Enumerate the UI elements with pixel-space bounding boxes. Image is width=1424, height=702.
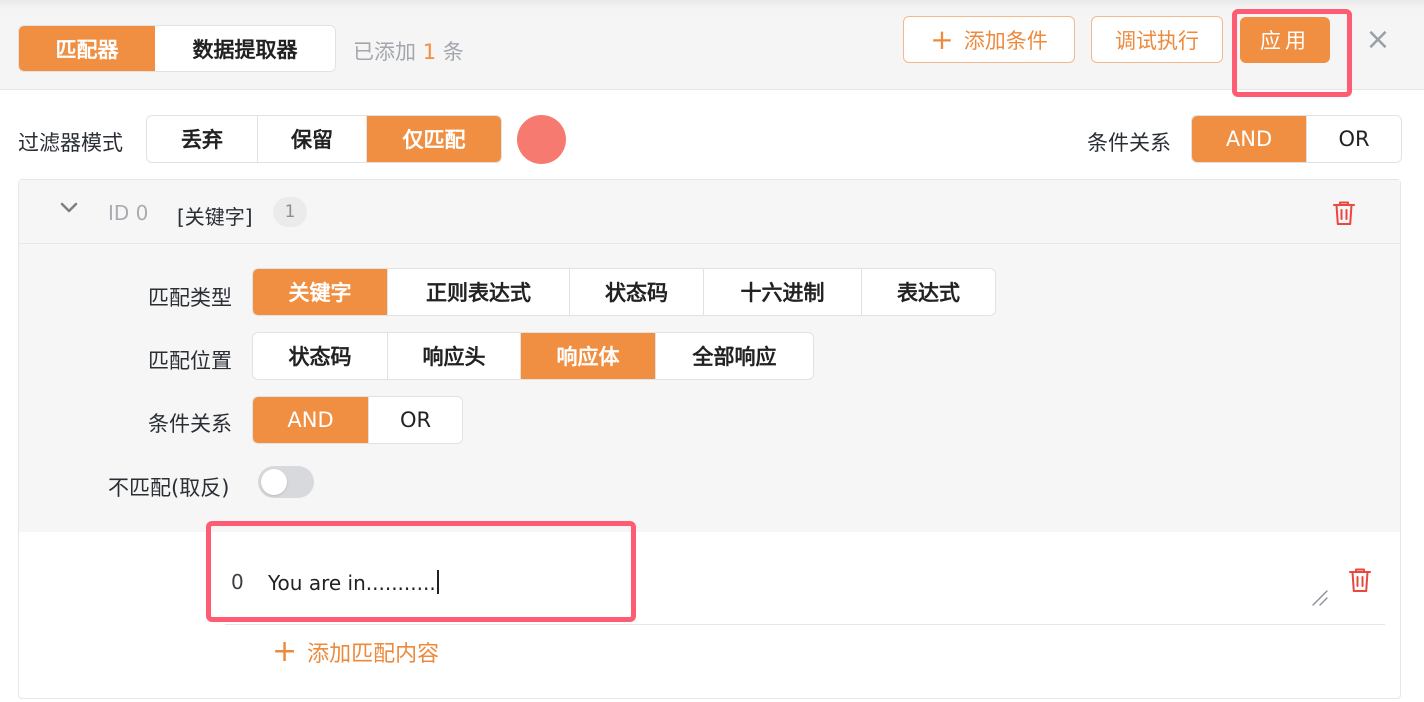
rule-card-header[interactable]: ID 0 [关键字] 1 bbox=[19, 180, 1400, 244]
plus-icon: + bbox=[272, 634, 298, 669]
rule-id: ID 0 bbox=[108, 201, 149, 225]
condition-relation-selector: AND OR bbox=[1191, 115, 1402, 163]
rule-count-badge: 1 bbox=[273, 197, 307, 227]
input-highlight-box bbox=[206, 521, 636, 622]
match-type-hex[interactable]: 十六进制 bbox=[704, 269, 862, 315]
delete-content-icon[interactable] bbox=[1348, 567, 1372, 593]
relation-or[interactable]: OR bbox=[1307, 116, 1401, 162]
filter-mode-label: 过滤器模式 bbox=[18, 131, 123, 155]
filter-mode-keep[interactable]: 保留 bbox=[258, 116, 367, 162]
add-condition-label: 添加条件 bbox=[963, 28, 1048, 53]
tab-matcher[interactable]: 匹配器 bbox=[19, 26, 155, 71]
rule-relation-selector: AND OR bbox=[252, 396, 463, 444]
added-prefix: 已添加 bbox=[353, 40, 416, 64]
match-position-selector: 状态码 响应头 响应体 全部响应 bbox=[252, 332, 814, 380]
color-picker-dot[interactable] bbox=[517, 115, 566, 164]
match-position-headers[interactable]: 响应头 bbox=[388, 333, 521, 379]
filter-mode-match-only[interactable]: 仅匹配 bbox=[367, 116, 501, 162]
chevron-down-icon[interactable] bbox=[59, 198, 79, 218]
rule-relation-label: 条件关系 bbox=[148, 412, 232, 436]
toggle-knob bbox=[261, 469, 287, 495]
relation-and[interactable]: AND bbox=[1192, 116, 1307, 162]
filter-mode-selector: 丢弃 保留 仅匹配 bbox=[146, 115, 502, 163]
added-suffix: 条 bbox=[442, 40, 464, 64]
match-position-label: 匹配位置 bbox=[148, 349, 232, 373]
match-type-regex[interactable]: 正则表达式 bbox=[388, 269, 570, 315]
match-type-label: 匹配类型 bbox=[148, 286, 232, 310]
negate-label: 不匹配(取反) bbox=[108, 476, 230, 500]
match-position-status-code[interactable]: 状态码 bbox=[253, 333, 388, 379]
condition-relation-label: 条件关系 bbox=[1087, 131, 1171, 155]
match-type-expression[interactable]: 表达式 bbox=[862, 269, 995, 315]
added-count: 1 bbox=[422, 40, 437, 64]
add-condition-button[interactable]: + 添加条件 bbox=[903, 16, 1075, 63]
debug-execute-button[interactable]: 调试执行 bbox=[1091, 16, 1223, 63]
apply-highlight-box bbox=[1232, 9, 1352, 97]
match-type-keyword[interactable]: 关键字 bbox=[253, 269, 388, 315]
add-match-content-label: 添加匹配内容 bbox=[307, 642, 440, 667]
top-tabs: 匹配器 数据提取器 bbox=[18, 25, 336, 72]
tab-data-extractor[interactable]: 数据提取器 bbox=[155, 26, 335, 71]
resize-handle-icon[interactable] bbox=[1310, 588, 1328, 606]
delete-rule-icon[interactable] bbox=[1332, 200, 1356, 226]
match-type-status-code[interactable]: 状态码 bbox=[570, 269, 704, 315]
close-icon[interactable]: × bbox=[1362, 24, 1394, 56]
rule-relation-and[interactable]: AND bbox=[253, 397, 369, 443]
match-position-full-response[interactable]: 全部响应 bbox=[656, 333, 813, 379]
match-type-selector: 关键字 正则表达式 状态码 十六进制 表达式 bbox=[252, 268, 996, 316]
match-position-body[interactable]: 响应体 bbox=[521, 333, 656, 379]
plus-icon: + bbox=[930, 22, 954, 56]
rule-type-tag: [关键字] bbox=[177, 205, 253, 229]
added-count-text: 已添加 1 条 bbox=[353, 36, 464, 66]
add-match-content-button[interactable]: + 添加匹配内容 bbox=[272, 636, 439, 668]
rule-relation-or[interactable]: OR bbox=[369, 397, 462, 443]
negate-toggle[interactable] bbox=[258, 466, 314, 498]
top-border bbox=[0, 0, 1424, 9]
filter-mode-discard[interactable]: 丢弃 bbox=[147, 116, 258, 162]
